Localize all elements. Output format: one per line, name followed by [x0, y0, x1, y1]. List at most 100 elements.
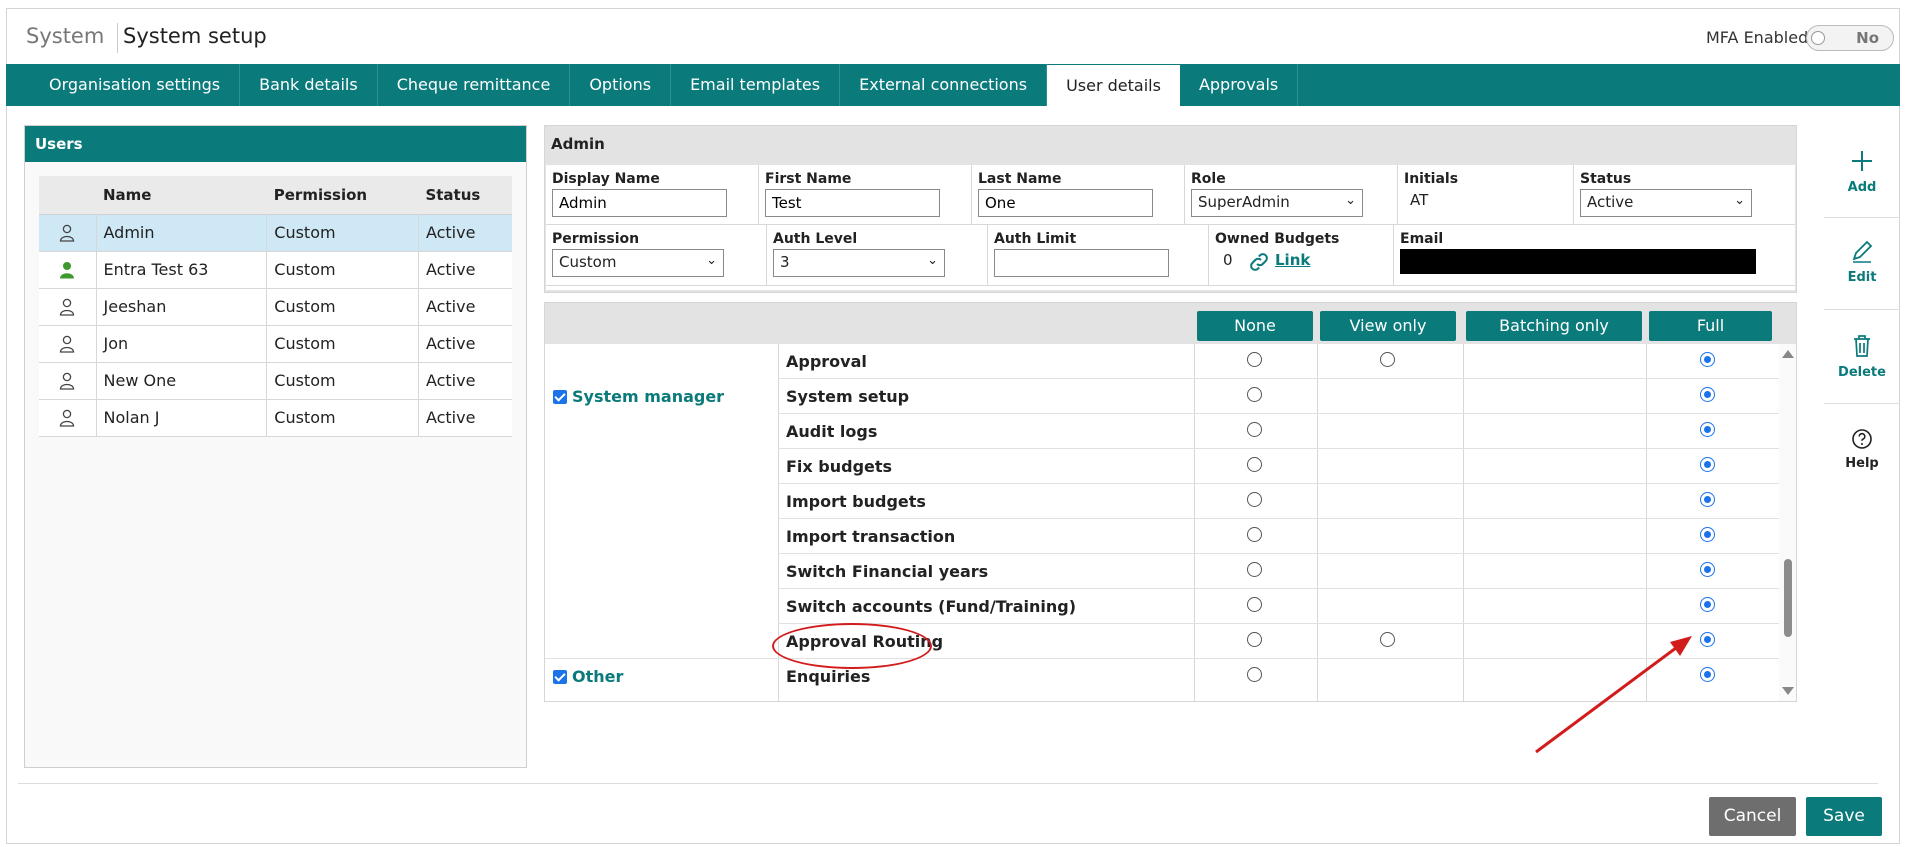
- table-row[interactable]: Jon Custom Active: [39, 325, 512, 363]
- radio-none[interactable]: [1247, 597, 1262, 612]
- initials-value: AT: [1410, 191, 1429, 209]
- users-col-status[interactable]: Status: [418, 176, 512, 215]
- auth-level-select[interactable]: 3 ⌄: [773, 249, 945, 277]
- email-cell: Email: [1394, 225, 1795, 286]
- tab-bank-details[interactable]: Bank details: [240, 64, 378, 106]
- person-outline-icon: [60, 299, 75, 316]
- users-col-permission[interactable]: Permission: [266, 176, 419, 215]
- auth-limit-cell: Auth Limit: [988, 225, 1209, 286]
- display-name-input[interactable]: [552, 189, 727, 217]
- radio-none[interactable]: [1247, 457, 1262, 472]
- mfa-label: MFA Enabled: [1706, 28, 1809, 47]
- checkbox-icon[interactable]: [553, 670, 567, 684]
- radio-full[interactable]: [1700, 457, 1715, 472]
- radio-full[interactable]: [1700, 422, 1715, 437]
- table-row[interactable]: Jeeshan Custom Active: [39, 288, 512, 326]
- delete-label: Delete: [1838, 365, 1886, 380]
- user-name: Admin: [96, 214, 268, 252]
- feature-label: Audit logs: [786, 422, 878, 441]
- scroll-up-icon[interactable]: [1782, 350, 1794, 358]
- permissions-scrollbar[interactable]: [1779, 344, 1796, 701]
- mfa-toggle[interactable]: No: [1806, 25, 1894, 51]
- first-name-input[interactable]: [765, 189, 940, 217]
- tab-external-connections[interactable]: External connections: [840, 64, 1048, 106]
- set-all-view-only-button[interactable]: View only: [1320, 311, 1456, 341]
- link-icon[interactable]: [1247, 250, 1271, 274]
- set-all-none-button[interactable]: None: [1197, 311, 1313, 341]
- feature-label: Approval: [786, 352, 867, 371]
- last-name-label: Last Name: [978, 171, 1062, 187]
- person-outline-icon: [60, 336, 75, 353]
- permission-select[interactable]: Custom ⌄: [552, 249, 724, 277]
- auth-level-cell: Auth Level 3 ⌄: [767, 225, 988, 286]
- users-col-name[interactable]: Name: [96, 176, 267, 215]
- cancel-button[interactable]: Cancel: [1709, 797, 1796, 836]
- chevron-down-icon: ⌄: [1734, 193, 1745, 208]
- user-permission: Custom: [266, 288, 419, 326]
- checkbox-icon[interactable]: [553, 390, 567, 404]
- radio-full[interactable]: [1700, 387, 1715, 402]
- add-label: Add: [1847, 180, 1877, 195]
- feature-label: Fix budgets: [786, 457, 893, 476]
- group-system-manager[interactable]: System manager: [553, 387, 724, 406]
- group-label: System manager: [572, 387, 725, 406]
- radio-none[interactable]: [1247, 492, 1262, 507]
- breadcrumb-system[interactable]: System: [26, 24, 104, 48]
- page-title: System setup: [123, 24, 267, 48]
- user-permission: Custom: [266, 214, 419, 252]
- scroll-thumb[interactable]: [1784, 559, 1792, 637]
- radio-none[interactable]: [1247, 387, 1262, 402]
- permission-label: Permission: [552, 231, 640, 247]
- radio-full[interactable]: [1700, 527, 1715, 542]
- radio-none[interactable]: [1247, 352, 1262, 367]
- set-all-full-button[interactable]: Full: [1649, 311, 1772, 341]
- radio-full[interactable]: [1700, 597, 1715, 612]
- tab-approvals[interactable]: Approvals: [1180, 64, 1299, 106]
- email-redacted-field[interactable]: [1400, 249, 1756, 274]
- add-button[interactable]: Add: [1824, 148, 1900, 195]
- tab-options[interactable]: Options: [570, 64, 672, 106]
- radio-full[interactable]: [1700, 667, 1715, 682]
- radio-view-only[interactable]: [1380, 352, 1395, 367]
- save-button[interactable]: Save: [1806, 797, 1882, 836]
- radio-none[interactable]: [1247, 667, 1262, 682]
- edit-button[interactable]: Edit: [1824, 238, 1900, 285]
- owned-budgets-link[interactable]: Link: [1275, 251, 1310, 269]
- trash-icon: [1854, 335, 1870, 357]
- radio-full[interactable]: [1700, 562, 1715, 577]
- table-row[interactable]: Admin Custom Active: [39, 214, 512, 252]
- table-row[interactable]: New One Custom Active: [39, 362, 512, 400]
- user-status: Active: [418, 399, 512, 437]
- tab-cheque-remittance[interactable]: Cheque remittance: [378, 64, 571, 106]
- feature-label: Import transaction: [786, 527, 956, 546]
- help-button[interactable]: Help: [1824, 428, 1900, 471]
- table-row[interactable]: Entra Test 63 Custom Active: [39, 251, 512, 289]
- permission-row: Import budgets: [545, 484, 1781, 519]
- delete-button[interactable]: Delete: [1824, 333, 1900, 380]
- set-all-batching-only-button[interactable]: Batching only: [1466, 311, 1642, 341]
- permission-row: Audit logs: [545, 414, 1781, 449]
- radio-none[interactable]: [1247, 422, 1262, 437]
- auth-limit-input[interactable]: [994, 249, 1169, 277]
- tab-organisation-settings[interactable]: Organisation settings: [30, 64, 241, 106]
- role-label: Role: [1191, 171, 1226, 187]
- radio-full[interactable]: [1700, 352, 1715, 367]
- user-permission: Custom: [266, 399, 419, 437]
- radio-none[interactable]: [1247, 562, 1262, 577]
- scroll-down-icon[interactable]: [1782, 687, 1794, 695]
- last-name-cell: Last Name: [972, 165, 1185, 225]
- radio-view-only[interactable]: [1380, 632, 1395, 647]
- table-row[interactable]: Nolan J Custom Active: [39, 399, 512, 437]
- radio-full[interactable]: [1700, 492, 1715, 507]
- tab-user-details[interactable]: User details: [1047, 65, 1180, 107]
- radio-none[interactable]: [1247, 527, 1262, 542]
- role-select[interactable]: SuperAdmin ⌄: [1191, 189, 1363, 217]
- radio-full[interactable]: [1700, 632, 1715, 647]
- group-other[interactable]: Other: [553, 667, 623, 686]
- owned-budgets-label: Owned Budgets: [1215, 231, 1340, 247]
- status-select[interactable]: Active ⌄: [1580, 189, 1752, 217]
- last-name-input[interactable]: [978, 189, 1153, 217]
- radio-none[interactable]: [1247, 632, 1262, 647]
- person-outline-icon: [60, 410, 75, 427]
- tab-email-templates[interactable]: Email templates: [671, 64, 841, 106]
